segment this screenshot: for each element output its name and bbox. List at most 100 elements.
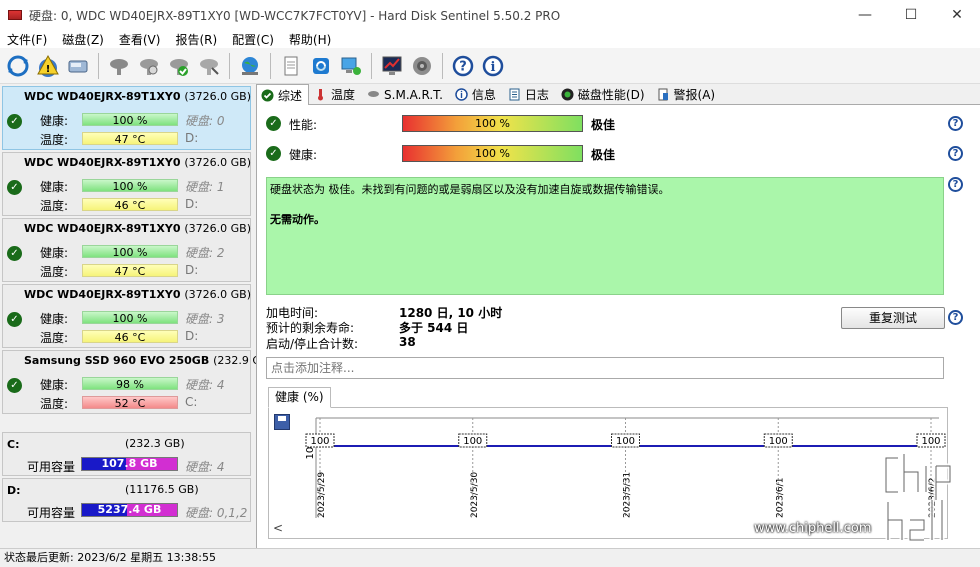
health-label: 健康: — [40, 114, 69, 128]
disk-card-3[interactable]: WDC WD40EJRX-89T1XY0 (3726.0 GB) ✓ 健康: 1… — [2, 284, 251, 348]
performance-label: 性能: — [289, 118, 318, 132]
title-bar: 硬盘: 0, WDC WD40EJRX-89T1XY0 [WD-WCC7K7FC… — [0, 0, 980, 30]
health-bar: 98 % — [82, 377, 178, 391]
tab-temperature[interactable]: 温度 — [309, 84, 362, 105]
disk-test-icon[interactable] — [135, 52, 162, 79]
tab-bar: 综述 温度 S.M.A.R.T. 信息 日志 磁盘性能(D) 警报(A) — [256, 84, 980, 106]
help-icon[interactable]: ? — [948, 177, 963, 192]
status-summary: 硬盘状态为 极佳。未找到有问题的或是弱扇区以及没有加速自旋或数据传输错误。 无需… — [266, 177, 944, 295]
health-ok-icon: ✓ — [266, 146, 281, 161]
minimize-button[interactable]: — — [842, 0, 888, 30]
toolbar-separator — [98, 52, 99, 79]
drive-letter: D: — [185, 329, 199, 343]
speaker-icon[interactable] — [408, 52, 435, 79]
disk-list: WDC WD40EJRX-89T1XY0 (3726.0 GB) ✓ 健康: 1… — [2, 86, 273, 416]
help-icon[interactable]: ? — [449, 52, 476, 79]
note-input[interactable] — [266, 357, 944, 379]
menu-view[interactable]: 查看(V) — [112, 31, 169, 48]
disk-name: Samsung SSD 960 EVO 250GB (232.9 GB) — [24, 354, 273, 367]
volume-disk-number: 硬盘: 4 — [185, 460, 225, 474]
svg-text:?: ? — [459, 59, 467, 74]
tab-info[interactable]: 信息 — [450, 84, 503, 105]
globe-icon[interactable] — [236, 52, 263, 79]
help-icon[interactable]: ? — [948, 116, 963, 131]
health-graph: 100 100 2023/5/29 100 2023/5/30 100 2023/5/31 1… — [268, 407, 948, 539]
disk-name: WDC WD40EJRX-89T1XY0 (3726.0 GB) — [24, 90, 252, 103]
volume-card-d[interactable]: D: (11176.5 GB) 可用容量 5237.4 GB 硬盘: 0,1,2 — [2, 478, 251, 522]
refresh-icon[interactable] — [4, 52, 31, 79]
tab-performance[interactable]: 磁盘性能(D) — [556, 84, 652, 105]
watermark-text: www.chiphell.com — [754, 521, 872, 536]
volume-size: (11176.5 GB) — [125, 483, 199, 496]
network-refresh-icon[interactable] — [307, 52, 334, 79]
data-label: 100 — [463, 436, 482, 447]
temp-label: 温度: — [40, 133, 69, 147]
info-icon[interactable]: i — [479, 52, 506, 79]
health-bar: 100 % — [82, 311, 178, 325]
health-rating: 极佳 — [591, 148, 616, 162]
temp-label: 温度: — [40, 331, 69, 345]
toolbar-separator — [371, 52, 372, 79]
volume-disk-number: 硬盘: 0,1,2 — [185, 506, 248, 520]
scroll-left-arrow[interactable]: < — [273, 521, 283, 535]
toolbar-separator — [442, 52, 443, 79]
document-icon[interactable] — [277, 52, 304, 79]
temp-bar: 46 °C — [82, 330, 178, 344]
volume-letter: D: — [7, 484, 21, 497]
tab-overview[interactable]: 综述 — [256, 84, 310, 106]
health-label: 健康: — [40, 180, 69, 194]
summary-text: 硬盘状态为 极佳。未找到有问题的或是弱扇区以及没有加速自旋或数据传输错误。 — [270, 183, 670, 196]
disk-number: 硬盘: 3 — [185, 312, 225, 326]
menu-file[interactable]: 文件(F) — [0, 31, 55, 48]
tab-health-graph[interactable]: 健康 (%) — [268, 387, 331, 408]
retest-button[interactable]: 重复测试 — [841, 307, 945, 329]
computer-icon[interactable] — [337, 52, 364, 79]
temp-bar: 46 °C — [82, 198, 178, 212]
menu-disk[interactable]: 磁盘(Z) — [55, 31, 112, 48]
disk-scan-icon[interactable] — [195, 52, 222, 79]
start-stop-label: 启动/停止合计数: — [266, 337, 359, 351]
help-icon[interactable]: ? — [948, 146, 963, 161]
maximize-button[interactable]: ☐ — [888, 0, 934, 30]
ok-check-icon: ✓ — [7, 180, 22, 195]
menu-report[interactable]: 报告(R) — [168, 31, 225, 48]
disk-card-0[interactable]: WDC WD40EJRX-89T1XY0 (3726.0 GB) ✓ 健康: 1… — [2, 86, 251, 150]
data-label: 100 — [310, 436, 329, 447]
app-icon — [8, 10, 22, 20]
ok-check-icon: ✓ — [7, 246, 22, 261]
monitor-graph-icon[interactable] — [378, 52, 405, 79]
alert-icon[interactable]: ! — [34, 52, 61, 79]
free-label: 可用容量 — [27, 506, 76, 520]
health-label: 健康: — [40, 312, 69, 326]
menu-config[interactable]: 配置(C) — [225, 31, 282, 48]
menu-bar: 文件(F) 磁盘(Z) 查看(V) 报告(R) 配置(C) 帮助(H) — [0, 30, 980, 48]
window-title: 硬盘: 0, WDC WD40EJRX-89T1XY0 [WD-WCC7K7FC… — [29, 8, 561, 23]
disk-check-icon[interactable] — [165, 52, 192, 79]
free-space-bar: 5237.4 GB — [81, 503, 178, 517]
disk-gray-icon[interactable] — [105, 52, 132, 79]
menu-help[interactable]: 帮助(H) — [282, 31, 339, 48]
remaining-life-value: 多于 544 日 — [399, 321, 469, 335]
help-icon[interactable]: ? — [948, 310, 963, 325]
overview-panel: ✓ 性能: 100 % 极佳 ? ✓ 健康: 100 % 极佳 ? 硬盘状态为 … — [256, 105, 980, 548]
volume-card-c[interactable]: C: (232.3 GB) 可用容量 107.8 GB 硬盘: 4 — [2, 432, 251, 476]
disk-card-1[interactable]: WDC WD40EJRX-89T1XY0 (3726.0 GB) ✓ 健康: 1… — [2, 152, 251, 216]
disk-card-2[interactable]: WDC WD40EJRX-89T1XY0 (3726.0 GB) ✓ 健康: 1… — [2, 218, 251, 282]
disk-number: 硬盘: 4 — [185, 378, 225, 392]
performance-ok-icon: ✓ — [266, 116, 281, 131]
temp-label: 温度: — [40, 199, 69, 213]
temp-bar: 52 °C — [82, 396, 178, 410]
drive-letter: C: — [185, 395, 198, 409]
x-tick-label: 2023/5/29 — [317, 472, 327, 518]
tab-log[interactable]: 日志 — [503, 84, 556, 105]
close-button[interactable]: ✕ — [934, 0, 980, 30]
health-label: 健康: — [289, 148, 318, 162]
disk-card-4[interactable]: Samsung SSD 960 EVO 250GB (232.9 GB) ✓ 健… — [2, 350, 273, 414]
drive-letter: D: — [185, 263, 199, 277]
tab-smart[interactable]: S.M.A.R.T. — [362, 84, 450, 105]
info-icon — [455, 88, 468, 101]
tab-alerts[interactable]: 警报(A) — [652, 84, 723, 105]
disk-name: WDC WD40EJRX-89T1XY0 (3726.0 GB) — [24, 156, 252, 169]
svg-text:i: i — [490, 60, 495, 75]
disk-icon[interactable] — [64, 52, 91, 79]
